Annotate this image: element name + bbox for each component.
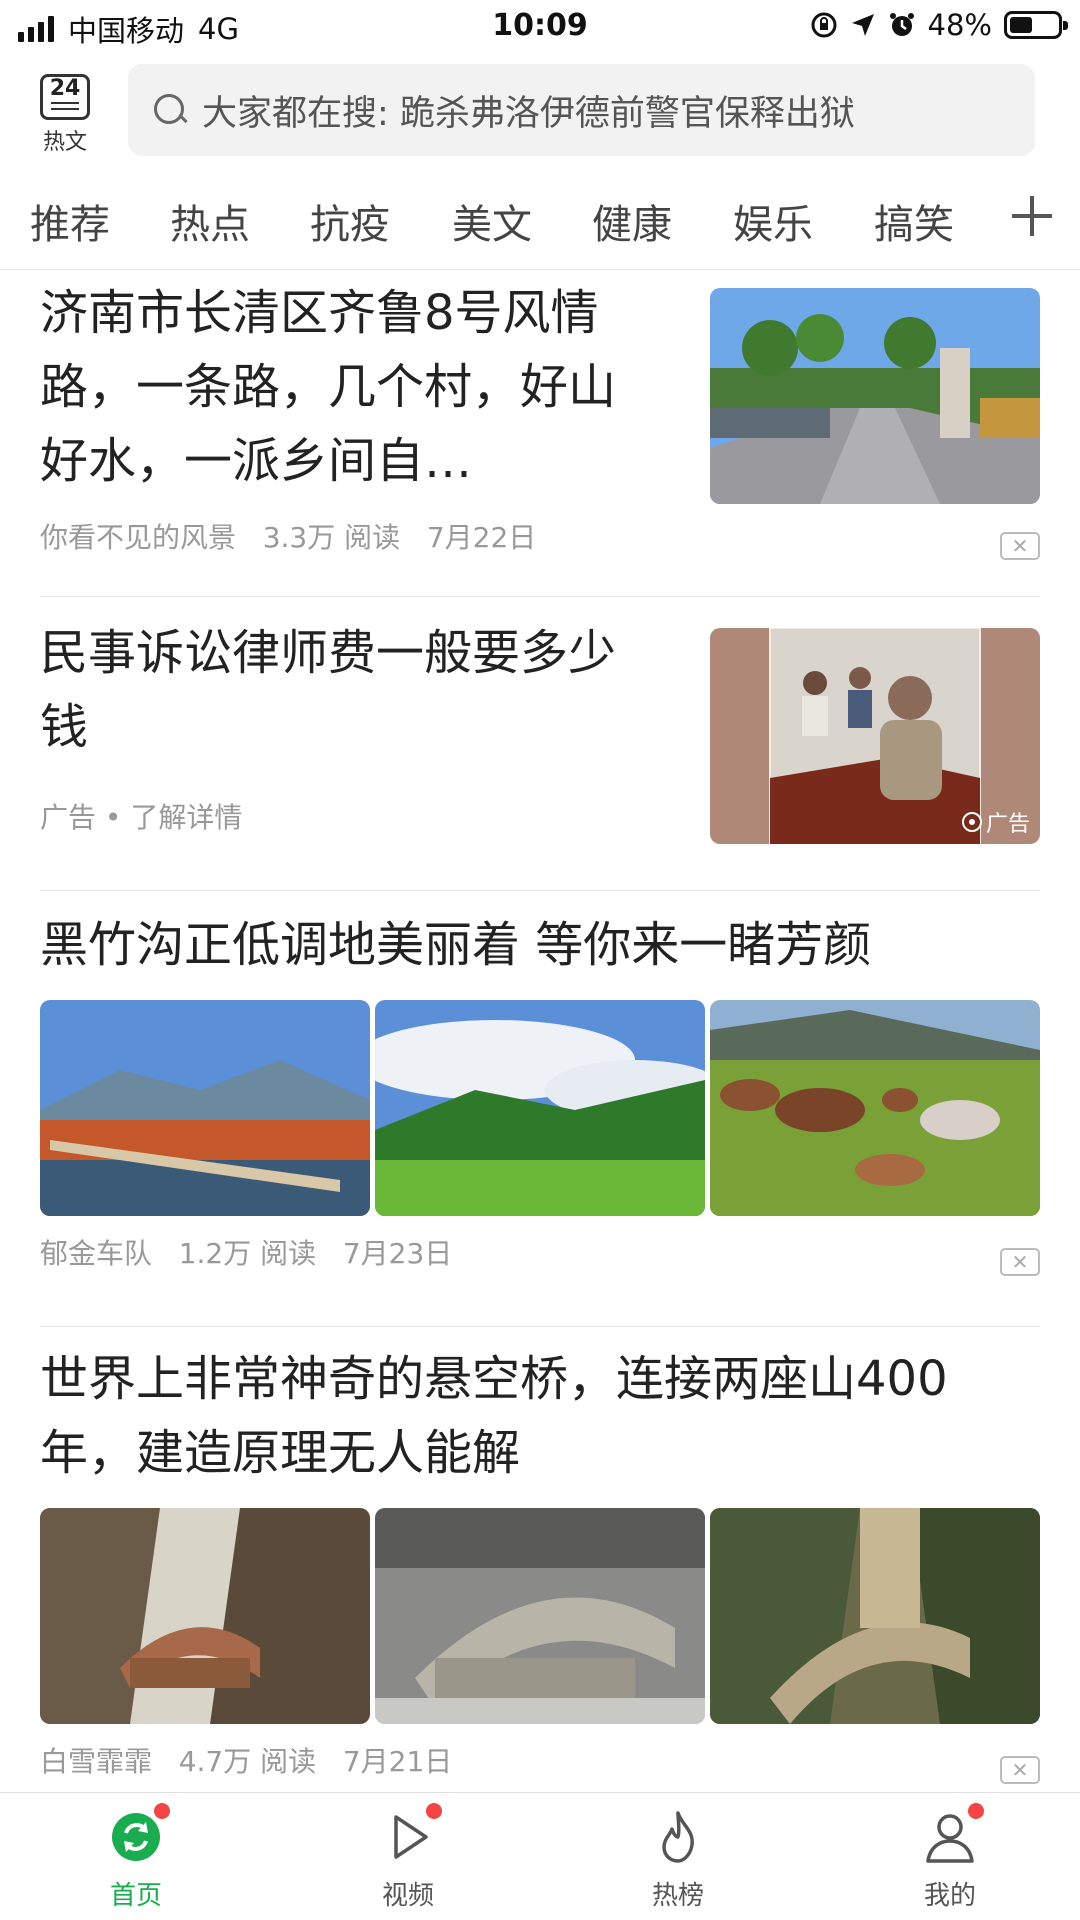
feed-item[interactable]: 世界上非常神奇的悬空桥，连接两座山400年，建造原理无人能解 白雪霏霏 4.7万… (40, 1342, 1040, 1792)
article-image-3 (710, 1508, 1040, 1724)
feed-item[interactable]: 黑竹沟正低调地美丽着 等你来一睹芳颜 郁金车队 1.2万 阅读 7月23日 ✕ (40, 908, 1040, 1308)
article-reads: 4.7万 阅读 (178, 1745, 317, 1778)
article-title: 济南市长清区齐鲁8号风情路，一条路，几个村，好山好水，一派乡间自… (40, 285, 617, 489)
hot-articles-button[interactable]: 24 热文 (30, 74, 100, 156)
location-arrow-icon (851, 14, 874, 36)
tab-anti-epidemic[interactable]: 抗疫 (310, 192, 390, 250)
article-reads: 3.3万 阅读 (262, 521, 401, 554)
article-meta: 白雪霏霏 4.7万 阅读 7月21日 (40, 1740, 452, 1780)
nav-video[interactable]: 视频 (338, 1803, 478, 1912)
person-icon (920, 1803, 984, 1867)
refresh-home-icon (106, 1803, 170, 1867)
ad-title: 民事诉讼律师费一般要多少钱 (40, 625, 617, 755)
nav-home[interactable]: 首页 (66, 1803, 206, 1912)
nav-home-label: 首页 (109, 1881, 162, 1911)
add-category-icon[interactable] (1008, 192, 1056, 240)
search-bar[interactable]: 大家都在搜: 跪杀弗洛伊德前警官保释出狱 (128, 64, 1035, 156)
article-source: 你看不见的风景 (40, 521, 237, 554)
article-meta: 你看不见的风景 3.3万 阅读 7月22日 (40, 516, 536, 556)
ad-label: 广告 (985, 812, 1030, 837)
hot-logo-label: 热文 (42, 130, 87, 155)
tab-hot[interactable]: 热点 (170, 192, 250, 250)
article-source: 白雪霏霏 (40, 1745, 153, 1778)
ad-info-icon (961, 812, 982, 832)
feed-item[interactable]: 济南市长清区齐鲁8号风情路，一条路，几个村，好山好水，一派乡间自… 你看不见的风… (40, 276, 1040, 596)
article-image-2 (375, 1508, 705, 1724)
notification-badge (426, 1803, 442, 1819)
tab-essays[interactable]: 美文 (452, 192, 532, 250)
search-placeholder: 大家都在搜: 跪杀弗洛伊德前警官保释出狱 (202, 93, 855, 134)
rotation-lock-icon (811, 12, 837, 38)
article-title: 世界上非常神奇的悬空桥，连接两座山400年，建造原理无人能解 (40, 1351, 948, 1481)
ad-thumbnail: 广告 (710, 628, 1040, 844)
article-reads: 1.2万 阅读 (178, 1237, 317, 1270)
tab-health[interactable]: 健康 (592, 192, 672, 250)
app-screen: 中国移动 4G 10:09 48% 24 热文 大家都在搜: 跪杀弗洛伊德前警官… (0, 0, 1080, 1920)
article-meta: 郁金车队 1.2万 阅读 7月23日 (40, 1232, 452, 1272)
notification-badge (154, 1803, 170, 1819)
article-date: 7月21日 (342, 1745, 453, 1778)
nav-profile[interactable]: 我的 (880, 1803, 1020, 1912)
tab-funny[interactable]: 搞笑 (874, 192, 954, 250)
status-bar: 中国移动 4G 10:09 48% (0, 0, 1080, 54)
article-source: 郁金车队 (40, 1237, 153, 1270)
news-feed: 济南市长清区齐鲁8号风情路，一条路，几个村，好山好水，一派乡间自… 你看不见的风… (0, 272, 1080, 1792)
article-image-1 (40, 1508, 370, 1724)
hot-logo-number: 24 (49, 76, 81, 101)
play-icon (378, 1803, 442, 1867)
article-image-2 (375, 1000, 705, 1216)
tab-entertainment[interactable]: 娱乐 (733, 192, 813, 250)
app-header: 24 热文 大家都在搜: 跪杀弗洛伊德前警官保释出狱 (0, 60, 1080, 170)
nav-hot-list[interactable]: 热榜 (608, 1807, 748, 1912)
battery-percent: 48% (927, 8, 992, 42)
hot-articles-icon: 24 (40, 74, 90, 120)
article-image-3 (710, 1000, 1040, 1216)
article-image-1 (40, 1000, 370, 1216)
battery-icon (1004, 11, 1068, 39)
bottom-navigation: 首页 视频 热榜 我的 (0, 1792, 1080, 1920)
tab-recommend[interactable]: 推荐 (30, 192, 110, 250)
ad-meta: 广告 • 了解详情 (40, 801, 243, 834)
nav-hot-list-label: 热榜 (651, 1881, 704, 1911)
dismiss-icon[interactable]: ✕ (1000, 532, 1040, 560)
nav-profile-label: 我的 (923, 1881, 976, 1911)
article-title: 黑竹沟正低调地美丽着 等你来一睹芳颜 (40, 917, 872, 973)
dismiss-icon[interactable]: ✕ (1000, 1248, 1040, 1276)
divider (40, 890, 1040, 891)
ad-item[interactable]: 民事诉讼律师费一般要多少钱 广告 广告 • 了解详情 (40, 616, 1040, 846)
alarm-icon (889, 13, 914, 36)
divider (40, 1326, 1040, 1327)
divider (40, 596, 1040, 597)
flame-icon (648, 1807, 708, 1867)
article-date: 7月23日 (342, 1237, 453, 1270)
dismiss-icon[interactable]: ✕ (1000, 1756, 1040, 1784)
article-thumbnail (710, 288, 1040, 504)
ad-badge: 广告 (961, 806, 1030, 838)
nav-video-label: 视频 (381, 1881, 434, 1911)
category-tabs: 推荐 热点 抗疫 美文 健康 娱乐 搞笑 (0, 182, 1080, 270)
article-date: 7月22日 (426, 521, 537, 554)
search-icon (152, 92, 188, 128)
notification-badge (968, 1803, 984, 1819)
